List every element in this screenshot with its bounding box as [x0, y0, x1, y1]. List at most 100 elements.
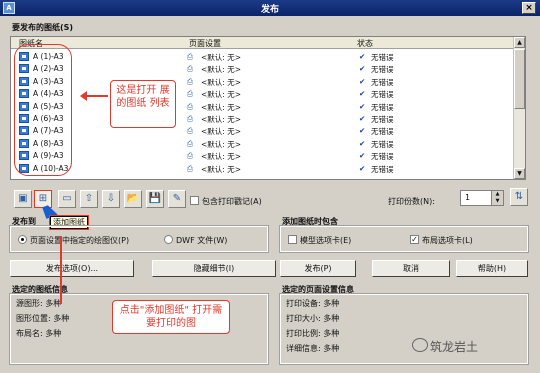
copies-label: 打印份数(N):: [388, 197, 435, 206]
page-setup-icon: ⎙: [187, 89, 193, 99]
sort-icon[interactable]: ⇅: [510, 188, 528, 206]
page-setup-value[interactable]: <默认: 无>: [201, 164, 241, 175]
watermark-logo-icon: [412, 338, 428, 352]
status-value: 无错误: [371, 127, 394, 137]
column-header-status[interactable]: 状态: [357, 38, 373, 49]
scroll-down-icon[interactable]: ▼: [514, 168, 525, 179]
source-drawing-info: 源图形: 多种: [16, 299, 62, 308]
save-list-icon[interactable]: 💾: [146, 190, 164, 208]
status-check-icon: ✔: [359, 151, 366, 161]
add-sheets-callout: 点击"添加图纸" 打开需要打印的图: [112, 300, 230, 334]
table-row[interactable]: A (5)-A3 ⎙ <默认: 无> ✔ 无错误: [11, 101, 513, 113]
status-value: 无错误: [371, 65, 394, 75]
radio-dwf-label: DWF 文件(W): [176, 236, 228, 245]
page-setup-value[interactable]: <默认: 无>: [201, 77, 241, 88]
status-value: 无错误: [371, 139, 394, 149]
page-setup-value[interactable]: <默认: 无>: [201, 114, 241, 125]
publish-options-button[interactable]: 发布选项(O)...: [10, 260, 134, 277]
layout-name-info: 布局名: 多种: [16, 329, 62, 338]
radio-plotter[interactable]: [18, 235, 27, 244]
page-setup-icon: ⎙: [187, 151, 193, 161]
page-setup-value[interactable]: <默认: 无>: [201, 102, 241, 113]
details-info: 详细信息: 多种: [286, 344, 340, 353]
layout-tab-label: 布局选项卡(L): [422, 236, 473, 245]
status-check-icon: ✔: [359, 76, 366, 86]
publish-button[interactable]: 发布(P): [280, 260, 356, 277]
copies-value[interactable]: 1: [465, 193, 470, 202]
preview-icon[interactable]: ▣: [14, 190, 32, 208]
remove-sheets-icon[interactable]: ▭: [58, 190, 76, 208]
list-callout: 这是打开 展的图纸 列表: [110, 80, 176, 128]
status-check-icon: ✔: [359, 89, 366, 99]
status-value: 无错误: [371, 77, 394, 87]
status-value: 无错误: [371, 53, 394, 62]
page-setup-icon: ⎙: [187, 64, 193, 74]
list-scrollbar[interactable]: ▲ ▼: [513, 37, 525, 179]
list-callout-arrow: [80, 91, 108, 101]
stepper-arrows-icon[interactable]: ▲ ▼: [491, 191, 503, 205]
status-check-icon: ✔: [359, 163, 366, 173]
title-bar: A 发布 ×: [0, 0, 540, 16]
sheet-list[interactable]: 图纸名 页面设置 状态 A (1)-A3 ⎙ <默认: 无> ✔ 无错误 A (2)-A3…: [10, 36, 526, 180]
page-setup-icon: ⎙: [187, 126, 193, 136]
plot-device-info: 打印设备: 多种: [286, 299, 340, 308]
plot-scale-info: 打印比例: 多种: [286, 329, 340, 338]
status-check-icon: ✔: [359, 126, 366, 136]
table-row[interactable]: A (2)-A3 ⎙ <默认: 无> ✔ 无错误: [11, 63, 513, 75]
page-setup-value[interactable]: <默认: 无>: [201, 89, 241, 100]
model-tab-checkbox[interactable]: [288, 235, 297, 244]
plot-size-info: 打印大小: 多种: [286, 314, 340, 323]
watermark-text: 筑龙岩土: [430, 340, 479, 354]
page-setup-value[interactable]: <默认: 无>: [201, 151, 241, 162]
page-setup-value[interactable]: <默认: 无>: [201, 126, 241, 137]
page-setup-icon: ⎙: [187, 76, 193, 86]
load-list-icon[interactable]: 📂: [124, 190, 142, 208]
table-row[interactable]: A (1)-A3 ⎙ <默认: 无> ✔ 无错误: [11, 51, 513, 63]
page-setup-icon: ⎙: [187, 52, 193, 61]
table-row[interactable]: A (10)-A3 ⎙ <默认: 无> ✔ 无错误: [11, 163, 513, 175]
column-header-page-setup[interactable]: 页面设置: [189, 38, 221, 49]
model-tab-label: 模型选项卡(E): [300, 236, 352, 245]
cancel-button[interactable]: 取消: [372, 260, 450, 277]
help-button[interactable]: 帮助(H): [456, 260, 528, 277]
table-row[interactable]: A (7)-A3 ⎙ <默认: 无> ✔ 无错误: [11, 125, 513, 137]
hide-details-button[interactable]: 隐藏细节(I): [152, 260, 276, 277]
status-check-icon: ✔: [359, 138, 366, 148]
table-row[interactable]: A (3)-A3 ⎙ <默认: 无> ✔ 无错误: [11, 76, 513, 88]
sheets-section-label: 要发布的图纸(S): [12, 23, 74, 32]
page-setup-value[interactable]: <默认: 无>: [201, 139, 241, 150]
status-check-icon: ✔: [359, 101, 366, 111]
list-header: 图纸名 页面设置 状态: [11, 37, 513, 49]
page-setup-value[interactable]: <默认: 无>: [201, 52, 241, 63]
layout-tab-checkbox[interactable]: ✓: [410, 235, 419, 244]
window-title: 发布: [260, 5, 279, 15]
table-row[interactable]: A (6)-A3 ⎙ <默认: 无> ✔ 无错误: [11, 113, 513, 125]
page-setup-icon: ⎙: [187, 138, 193, 148]
table-row[interactable]: A (9)-A3 ⎙ <默认: 无> ✔ 无错误: [11, 150, 513, 162]
table-row[interactable]: A (8)-A3 ⎙ <默认: 无> ✔ 无错误: [11, 138, 513, 150]
page-setup-value[interactable]: <默认: 无>: [201, 64, 241, 75]
list-highlight-oval: [14, 44, 72, 176]
move-up-icon[interactable]: ⇧: [80, 190, 98, 208]
page-setup-icon: ⎙: [187, 163, 193, 173]
status-value: 无错误: [371, 115, 394, 124]
radio-dwf[interactable]: [164, 235, 173, 244]
page-setup-icon: ⎙: [187, 101, 193, 111]
status-value: 无错误: [371, 152, 394, 162]
include-stamp-checkbox[interactable]: [190, 196, 199, 205]
radio-plotter-label: 页面设置中指定的绘图仪(P): [30, 236, 130, 245]
status-check-icon: ✔: [359, 52, 366, 61]
drawing-location-info: 图形位置: 多种: [16, 314, 70, 323]
status-value: 无错误: [371, 90, 394, 100]
plot-stamp-settings-icon[interactable]: ✎: [168, 190, 186, 208]
status-check-icon: ✔: [359, 114, 366, 123]
close-button[interactable]: ×: [522, 2, 536, 14]
scroll-up-icon[interactable]: ▲: [514, 37, 525, 48]
copies-stepper[interactable]: 1 ▲ ▼: [460, 190, 504, 206]
status-value: 无错误: [371, 164, 394, 174]
page-setup-icon: ⎙: [187, 114, 193, 123]
move-down-icon[interactable]: ⇩: [102, 190, 120, 208]
scroll-thumb[interactable]: [514, 49, 525, 109]
include-stamp-label: 包含打印戳记(A): [202, 197, 262, 206]
status-value: 无错误: [371, 102, 394, 112]
